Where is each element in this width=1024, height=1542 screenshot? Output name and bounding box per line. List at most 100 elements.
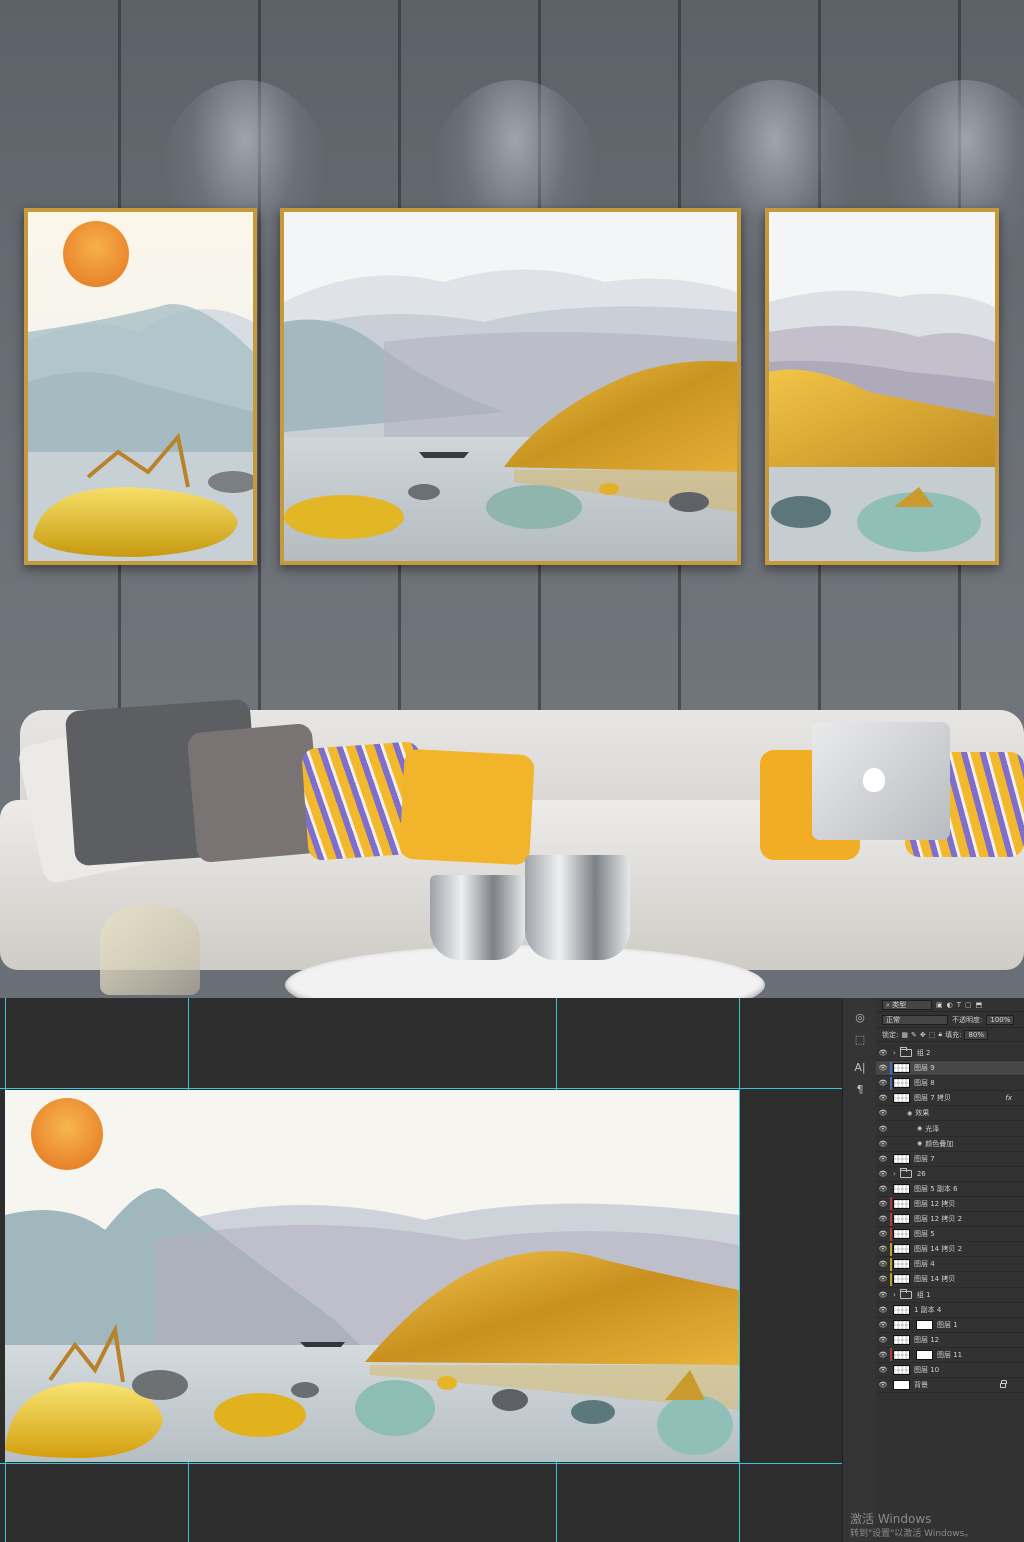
layer-row[interactable]: 👁︎ › 26 xyxy=(876,1167,1024,1182)
layer-row[interactable]: 👁︎ 图层 12 拷贝 xyxy=(876,1196,1024,1213)
layer-row[interactable]: 👁︎ 图层 4 xyxy=(876,1257,1024,1273)
visibility-eye-icon[interactable]: 👁︎ xyxy=(876,1227,890,1242)
group-expand-icon[interactable]: › xyxy=(893,1291,896,1299)
layer-thumbnail xyxy=(893,1349,910,1360)
artwork-frame-right xyxy=(765,208,999,565)
apple-logo-icon xyxy=(863,768,885,792)
visibility-eye-icon[interactable]: 👁︎ xyxy=(876,1136,890,1151)
layer-color-tag xyxy=(890,1242,892,1256)
visibility-eye-icon[interactable]: 👁︎ xyxy=(876,1332,890,1347)
layer-row[interactable]: 👁︎ ◉ 效果 xyxy=(876,1106,1024,1122)
layer-row[interactable]: 👁︎ 图层 10 xyxy=(876,1363,1024,1379)
visibility-eye-icon[interactable]: 👁︎ xyxy=(876,1317,890,1332)
layer-row[interactable]: 👁︎ 1 副本 4 xyxy=(876,1303,1024,1318)
visibility-eye-icon[interactable]: 👁︎ xyxy=(876,1061,890,1076)
layer-row[interactable]: 👁︎ 图层 14 拷贝 xyxy=(876,1272,1024,1288)
guide-line[interactable] xyxy=(0,1088,842,1089)
layer-row[interactable]: 👁︎ › 组 1 xyxy=(876,1288,1024,1303)
layer-row[interactable]: 👁︎ 图层 9 xyxy=(876,1061,1024,1077)
visibility-eye-icon[interactable]: 👁︎ xyxy=(876,1121,890,1136)
filter-smart-icon[interactable]: ⬒ xyxy=(976,1001,983,1009)
visibility-eye-icon[interactable]: 👁︎ xyxy=(876,1212,890,1227)
folder-icon xyxy=(899,1167,912,1178)
visibility-eye-icon[interactable]: 👁︎ xyxy=(876,1257,890,1272)
lock-position-icon[interactable]: ✥ xyxy=(920,1031,926,1039)
layer-row[interactable]: 👁︎ ◉ 颜色叠加 xyxy=(876,1137,1024,1152)
filter-pixel-icon[interactable]: ▣ xyxy=(936,1001,943,1009)
layer-fx-icon[interactable]: fx xyxy=(1005,1094,1012,1102)
visibility-eye-icon[interactable]: 👁︎ xyxy=(876,1287,890,1302)
layer-name: 图层 8 xyxy=(914,1079,935,1088)
layer-thumbnail xyxy=(893,1274,910,1285)
document-artwork[interactable] xyxy=(5,1090,739,1462)
layer-thumbnail xyxy=(893,1214,910,1225)
filter-type-icon[interactable]: T xyxy=(957,1001,961,1009)
guide-line[interactable] xyxy=(0,1463,842,1464)
layer-row[interactable]: 👁︎ 图层 5 副本 6 xyxy=(876,1182,1024,1197)
layer-color-tag xyxy=(890,1182,892,1195)
layer-name: 图层 1 xyxy=(937,1320,958,1329)
layer-row[interactable]: 👁︎ › 组 2 xyxy=(876,1046,1024,1062)
layer-color-tag xyxy=(890,1047,892,1060)
layer-lock-icon xyxy=(1000,1379,1007,1388)
lock-artboard-icon[interactable]: ⬚ xyxy=(929,1031,936,1039)
layer-row[interactable]: 👁︎ ◉ 光泽 xyxy=(876,1121,1024,1137)
opacity-input[interactable]: 100% xyxy=(986,1014,1015,1025)
effect-visibility-icon[interactable]: ◉ xyxy=(917,1140,922,1147)
paths-icon[interactable]: ⬚ xyxy=(843,1028,877,1050)
layer-mask-thumbnail[interactable] xyxy=(916,1319,933,1330)
lock-all-icon[interactable]: 🔒︎ xyxy=(938,1030,942,1039)
layer-row[interactable]: 👁︎ 图层 11 xyxy=(876,1348,1024,1363)
layer-color-tag xyxy=(890,1348,892,1362)
layer-thumbnail xyxy=(893,1183,910,1194)
ice-bucket-2 xyxy=(525,855,630,960)
blend-mode-select[interactable]: 正常 xyxy=(882,1014,948,1025)
visibility-eye-icon[interactable]: 👁︎ xyxy=(876,1046,890,1061)
visibility-eye-icon[interactable]: 👁︎ xyxy=(876,1363,890,1378)
layer-row[interactable]: 👁︎ 图层 7 拷贝 fx xyxy=(876,1091,1024,1107)
visibility-eye-icon[interactable]: 👁︎ xyxy=(876,1242,890,1257)
visibility-eye-icon[interactable]: 👁︎ xyxy=(876,1302,890,1317)
visibility-eye-icon[interactable]: 👁︎ xyxy=(876,1181,890,1196)
layer-row[interactable]: 👁︎ 图层 8 xyxy=(876,1076,1024,1092)
effect-visibility-icon[interactable]: ◉ xyxy=(907,1110,912,1117)
visibility-eye-icon[interactable]: 👁︎ xyxy=(876,1076,890,1091)
effect-visibility-icon[interactable]: ◉ xyxy=(917,1125,922,1132)
layer-row[interactable]: 👁︎ 图层 5 xyxy=(876,1227,1024,1243)
paragraph-icon[interactable]: ¶ xyxy=(843,1078,877,1100)
layer-row[interactable]: 👁︎ 图层 14 拷贝 2 xyxy=(876,1242,1024,1258)
layer-row[interactable]: 👁︎ 图层 1 xyxy=(876,1318,1024,1333)
layer-name: 效果 xyxy=(915,1109,930,1118)
guide-line[interactable] xyxy=(739,998,740,1542)
layer-thumbnail xyxy=(893,1304,910,1315)
filter-adjustment-icon[interactable]: ◐ xyxy=(947,1001,953,1009)
visibility-eye-icon[interactable]: 👁︎ xyxy=(876,1378,890,1393)
layer-filter-label: 类型 xyxy=(892,1000,907,1009)
visibility-eye-icon[interactable]: 👁︎ xyxy=(876,1272,890,1287)
filter-shape-icon[interactable]: ▢ xyxy=(965,1001,972,1009)
visibility-eye-icon[interactable]: 👁︎ xyxy=(876,1151,890,1166)
visibility-eye-icon[interactable]: 👁︎ xyxy=(876,1106,890,1121)
layer-name: 图层 7 xyxy=(914,1154,935,1163)
visibility-eye-icon[interactable]: 👁︎ xyxy=(876,1196,890,1211)
lock-pixels-icon[interactable]: ✎ xyxy=(911,1031,917,1039)
character-icon[interactable]: A| xyxy=(843,1056,877,1078)
layer-color-tag xyxy=(890,1076,892,1090)
visibility-eye-icon[interactable]: 👁︎ xyxy=(876,1166,890,1181)
layer-row[interactable]: 👁︎ 图层 12 xyxy=(876,1333,1024,1348)
layers-panel: ⌕ 类型 ▣ ◐ T ▢ ⬒ 正常 不透明度: 100% 锁定: ▦ ✎ ✥ ⬚… xyxy=(876,998,1024,1542)
group-expand-icon[interactable]: › xyxy=(893,1170,896,1178)
visibility-eye-icon[interactable]: 👁︎ xyxy=(876,1347,890,1362)
fill-input[interactable]: 80% xyxy=(964,1029,989,1040)
channels-icon[interactable]: ◎ xyxy=(843,1006,877,1028)
group-expand-icon[interactable]: › xyxy=(893,1049,896,1057)
layer-row[interactable]: 👁︎ 图层 12 拷贝 2 xyxy=(876,1212,1024,1228)
layer-filter-select[interactable]: ⌕ 类型 xyxy=(882,999,932,1010)
layer-row[interactable]: 👁︎ 背景 xyxy=(876,1378,1024,1394)
visibility-eye-icon[interactable]: 👁︎ xyxy=(876,1091,890,1106)
layer-color-tag xyxy=(890,1333,892,1346)
canvas-workspace[interactable] xyxy=(0,998,842,1542)
layer-mask-thumbnail[interactable] xyxy=(916,1349,933,1360)
layer-row[interactable]: 👁︎ 图层 7 xyxy=(876,1152,1024,1167)
lock-transparency-icon[interactable]: ▦ xyxy=(901,1031,908,1039)
